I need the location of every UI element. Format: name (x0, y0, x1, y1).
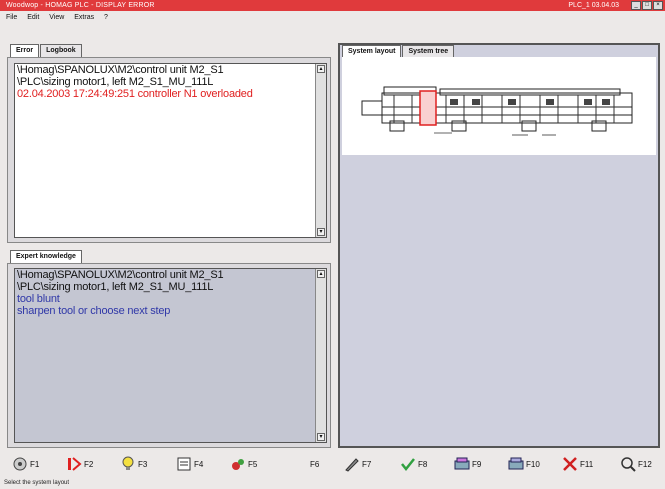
maximize-button[interactable]: □ (642, 1, 652, 10)
f10-button[interactable]: F10 (508, 452, 540, 476)
expert-tabs: Expert knowledge (10, 250, 83, 263)
menu-edit[interactable]: Edit (27, 14, 39, 21)
scroll-up-icon[interactable]: ▴ (317, 65, 325, 73)
help-icon (13, 457, 27, 471)
f6-button[interactable]: F6 (310, 452, 319, 476)
error-list-icon (68, 457, 82, 471)
scroll-down-icon[interactable]: ▾ (317, 228, 325, 236)
expert-line: \Homag\SPANOLUX\M2\control unit M2_S1 (17, 269, 224, 281)
expert-remedy: sharpen tool or choose next step (17, 305, 171, 317)
edit-icon (345, 458, 359, 472)
f5-label: F5 (248, 459, 258, 469)
tab-logbook[interactable]: Logbook (40, 44, 82, 57)
machine-layout[interactable] (342, 57, 656, 155)
close-x-icon (563, 457, 577, 471)
checkmark-icon (401, 458, 415, 472)
f7-button[interactable]: F7 (344, 452, 371, 476)
tools-icon (232, 459, 244, 470)
faulty-unit-highlight (419, 90, 437, 126)
machine-icon (454, 457, 470, 470)
f3-label: F3 (138, 459, 148, 469)
expert-panel: \Homag\SPANOLUX\M2\control unit M2_S1 \P… (7, 263, 331, 448)
f1-label: F1 (30, 459, 40, 469)
f10-label: F10 (526, 459, 540, 469)
f11-label: F11 (580, 459, 594, 469)
f3-button[interactable]: F3 (120, 452, 147, 476)
menu-help[interactable]: ? (104, 14, 108, 21)
f2-label: F2 (84, 459, 94, 469)
expert-line: \PLC\sizing motor1, left M2_S1_MU_111L (17, 281, 214, 293)
tab-expert-knowledge[interactable]: Expert knowledge (10, 250, 82, 263)
f9-label: F9 (472, 459, 482, 469)
expert-scrollbar[interactable]: ▴ ▾ (315, 269, 326, 442)
minimize-button[interactable]: _ (631, 1, 641, 10)
f8-button[interactable]: F8 (400, 452, 427, 476)
menu-extras[interactable]: Extras (74, 14, 94, 21)
title-bar: Woodwop - HOMAG PLC - DISPLAY ERROR PLC_… (0, 0, 665, 11)
lightbulb-icon (122, 456, 134, 470)
f11-button[interactable]: F11 (562, 452, 593, 476)
f1-button[interactable]: F1 (12, 452, 39, 476)
menu-file[interactable]: File (6, 14, 17, 21)
machine-diagram (361, 86, 633, 136)
menu-bar: File Edit View Extras ? (0, 12, 665, 23)
scroll-down-icon[interactable]: ▾ (317, 433, 325, 441)
f8-label: F8 (418, 459, 428, 469)
menu-view[interactable]: View (49, 14, 64, 21)
error-line: \Homag\SPANOLUX\M2\control unit M2_S1 (17, 64, 224, 76)
f12-label: F12 (638, 459, 652, 469)
error-textbox[interactable]: \Homag\SPANOLUX\M2\control unit M2_S1 \P… (14, 63, 327, 238)
window-title: Woodwop - HOMAG PLC - DISPLAY ERROR (6, 2, 155, 9)
document-icon (177, 457, 191, 471)
system-layout-panel: System layout System tree (338, 43, 660, 448)
f7-label: F7 (362, 459, 372, 469)
error-panel: \Homag\SPANOLUX\M2\control unit M2_S1 \P… (7, 57, 331, 243)
error-scrollbar[interactable]: ▴ ▾ (315, 64, 326, 237)
expert-cause: tool blunt (17, 293, 60, 305)
status-bar: Select the system layout (4, 480, 70, 486)
title-info: PLC_1 03.04.03 (568, 2, 619, 9)
error-tabs: Error Logbook (10, 44, 83, 57)
f9-button[interactable]: F9 (454, 452, 481, 476)
f12-button[interactable]: F12 (620, 452, 652, 476)
error-message: 02.04.2003 17:24:49:251 controller N1 ov… (17, 88, 253, 100)
error-line: \PLC\sizing motor1, left M2_S1_MU_111L (17, 76, 214, 88)
close-button[interactable]: × (653, 1, 663, 10)
function-key-bar: F1 F2 F3 F4 F5 F6 F7 F8 F9 F10 F11 F12 (0, 452, 665, 476)
machine-settings-icon (508, 457, 524, 470)
f4-button[interactable]: F4 (176, 452, 203, 476)
tab-error[interactable]: Error (10, 44, 40, 57)
f2-button[interactable]: F2 (66, 452, 93, 476)
scroll-up-icon[interactable]: ▴ (317, 270, 325, 278)
expert-textbox[interactable]: \Homag\SPANOLUX\M2\control unit M2_S1 \P… (14, 268, 327, 443)
f6-label: F6 (310, 459, 320, 469)
magnifier-icon (621, 457, 636, 472)
f5-button[interactable]: F5 (230, 452, 257, 476)
f4-label: F4 (194, 459, 204, 469)
